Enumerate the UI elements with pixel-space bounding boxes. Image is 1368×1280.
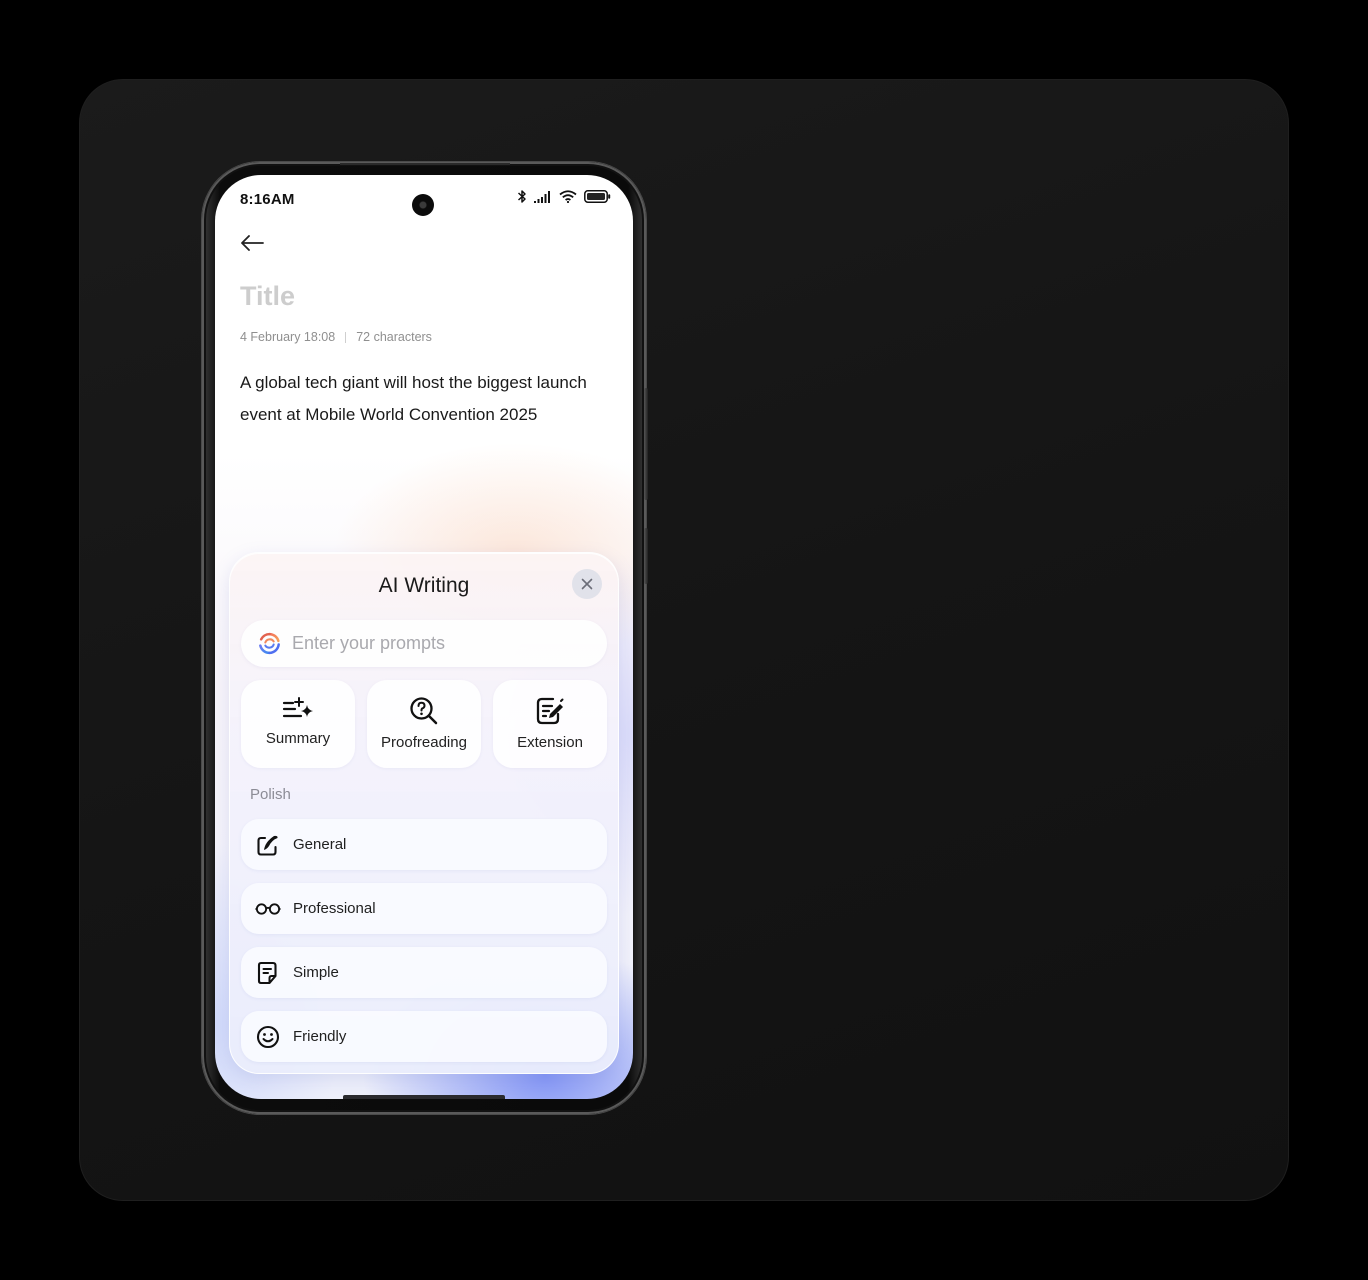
quick-actions: Summary Proofreading Extension (241, 680, 607, 768)
status-bar: 8:16AM (215, 175, 633, 223)
polish-general-label: General (293, 836, 347, 853)
status-time: 8:16AM (240, 191, 295, 208)
polish-professional-label: Professional (293, 900, 376, 917)
summary-label: Summary (265, 730, 331, 747)
signal-icon (534, 190, 550, 203)
prompt-input-container[interactable] (241, 620, 607, 667)
power-button (644, 528, 648, 584)
close-button[interactable] (572, 569, 602, 599)
note-body-text[interactable]: A global tech giant will host the bigges… (240, 367, 600, 431)
phone-top-seam (340, 163, 510, 165)
edit-document-icon (536, 697, 564, 725)
smiley-icon (256, 1025, 280, 1048)
front-camera (412, 194, 434, 216)
arrow-left-icon (241, 235, 264, 251)
sheet-title: AI Writing (378, 574, 470, 597)
pen-square-icon (257, 835, 278, 856)
polish-simple[interactable]: Simple (241, 947, 607, 998)
extension-button[interactable]: Extension (493, 680, 607, 768)
polish-general[interactable]: General (241, 819, 607, 870)
wifi-icon (559, 190, 577, 203)
search-question-icon (410, 697, 438, 725)
proofreading-label: Proofreading (381, 734, 467, 751)
polish-friendly[interactable]: Friendly (241, 1011, 607, 1062)
summary-button[interactable]: Summary (241, 680, 355, 768)
phone-screen: 8:16AM Title 4 February 18:08 72 charact… (215, 175, 633, 1099)
back-button[interactable] (239, 233, 273, 263)
glasses-icon (255, 902, 281, 915)
polish-list: General Professional Simple Friendly (241, 819, 607, 1075)
home-indicator[interactable] (343, 1095, 505, 1099)
extension-label: Extension (517, 734, 583, 751)
proofreading-button[interactable]: Proofreading (367, 680, 481, 768)
volume-button (644, 388, 648, 500)
note-date: 4 February 18:08 (240, 330, 336, 344)
polish-professional[interactable]: Professional (241, 883, 607, 934)
document-icon (257, 961, 277, 984)
note-char-count: 72 characters (356, 330, 432, 344)
ai-writing-sheet: AI Writing Enter your prompts Summary Pr… (229, 552, 619, 1074)
summary-sparkle-icon (282, 697, 313, 718)
status-icons (517, 189, 611, 204)
polish-simple-label: Simple (293, 964, 339, 981)
meta-divider (345, 331, 347, 343)
note-title-field[interactable]: Title (240, 281, 295, 312)
bluetooth-icon (517, 190, 526, 203)
polish-friendly-label: Friendly (293, 1028, 347, 1045)
polish-section-label: Polish (250, 786, 291, 803)
battery-icon (584, 190, 611, 203)
close-icon (581, 578, 593, 590)
ai-swirl-icon (259, 632, 280, 655)
prompt-input[interactable] (292, 633, 592, 654)
note-meta: 4 February 18:08 72 characters (240, 330, 432, 344)
